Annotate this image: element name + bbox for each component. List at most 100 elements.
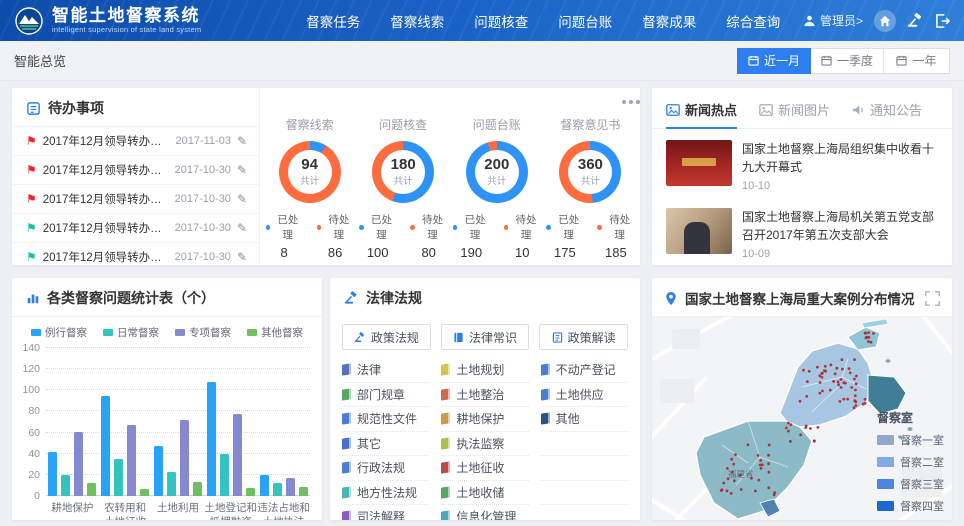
edit-icon[interactable]: ✎ <box>237 221 247 235</box>
app-brand: 智能土地督察系统 intelligent supervision of stat… <box>14 6 201 36</box>
todo-item[interactable]: ⚑ 2017年12月领导转办督察线索 2017-10-30 ✎ <box>12 155 259 184</box>
law-tools-button[interactable] <box>907 13 924 28</box>
law-link[interactable]: 土地供应 <box>541 383 628 408</box>
todo-item[interactable]: ⚑ 2017年12月领导转办督察线索 2017-10-30 ✎ <box>12 242 259 265</box>
user-icon <box>803 14 816 27</box>
case-map[interactable]: 福建省 督察室 督察一室督察二室督察三室督察四室督察五室 <box>652 317 952 520</box>
law-link[interactable]: 司法解释 <box>342 505 429 520</box>
laws-tab-2[interactable]: 政策解读 <box>539 324 628 350</box>
bar[interactable] <box>233 414 242 497</box>
todo-item[interactable]: ⚑ 2017年12月领导转办督察线索 2017-11-03 ✎ <box>12 126 259 155</box>
book-icon <box>441 462 450 474</box>
bar[interactable] <box>48 452 57 496</box>
donut-ring[interactable]: 200共计 <box>466 141 528 203</box>
donut-total: 360 <box>578 157 603 174</box>
law-link[interactable]: 规范性文件 <box>342 407 429 432</box>
bar[interactable] <box>260 475 269 496</box>
law-link[interactable]: 土地整治 <box>441 383 528 408</box>
news-item[interactable]: 国家土地督察上海局机关第五党支部召开2017年第五次支部大会 10-09 <box>652 197 952 265</box>
edit-icon[interactable]: ✎ <box>237 134 247 148</box>
law-link[interactable]: 土地收储 <box>441 481 528 506</box>
law-link[interactable]: 执法监察 <box>441 432 528 457</box>
bar-group <box>152 420 205 496</box>
edit-icon[interactable]: ✎ <box>237 192 247 206</box>
laws-buttons: 政策法规法律常识政策解读 <box>330 316 640 358</box>
law-link[interactable]: 行政法规 <box>342 456 429 481</box>
nav-item-3[interactable]: 问题台账 <box>558 11 612 31</box>
bar[interactable] <box>61 475 70 496</box>
bar[interactable] <box>87 483 96 496</box>
bar[interactable] <box>167 472 176 496</box>
donut-ring[interactable]: 180共计 <box>372 141 434 203</box>
law-link[interactable]: 法律 <box>342 358 429 383</box>
news-tab-1[interactable]: 新闻图片 <box>759 100 830 119</box>
todo-item[interactable]: ⚑ 2017年12月领导转办督察线索 2017-10-30 ✎ <box>12 213 259 242</box>
law-link[interactable]: 其他 <box>541 407 628 432</box>
law-link[interactable]: 部门规章 <box>342 383 429 408</box>
laws-tab-0[interactable]: 政策法规 <box>342 324 431 350</box>
laws-card: 法律法规 政策法规法律常识政策解读 法律土地规划不动产登记部门规章土地整治土地供… <box>330 278 640 520</box>
law-link-empty <box>541 432 628 457</box>
bar[interactable] <box>180 420 189 496</box>
law-link[interactable]: 地方性法规 <box>342 481 429 506</box>
bar[interactable] <box>127 425 136 496</box>
fullscreen-button[interactable] <box>925 291 940 306</box>
user-menu[interactable]: 管理员> <box>803 12 863 29</box>
law-link[interactable]: 土地规划 <box>441 358 528 383</box>
nav-item-0[interactable]: 督察任务 <box>306 11 360 31</box>
law-link[interactable]: 信息化管理 <box>441 505 528 520</box>
bar[interactable] <box>286 478 295 496</box>
news-item[interactable]: 国家土地督察上海局组织集中收看十九大开幕式 10-10 <box>652 129 952 197</box>
bar[interactable] <box>154 446 163 496</box>
panel-menu-icon[interactable] <box>622 100 626 104</box>
nav-item-1[interactable]: 督察线索 <box>390 11 444 31</box>
laws-tab-1[interactable]: 法律常识 <box>441 324 530 350</box>
nav-item-2[interactable]: 问题核查 <box>474 11 528 31</box>
news-tab-2[interactable]: 通知公告 <box>852 100 922 119</box>
bar[interactable] <box>101 396 110 496</box>
bar[interactable] <box>207 382 216 496</box>
law-link[interactable]: 耕地保护 <box>441 407 528 432</box>
filter-1[interactable]: 一季度 <box>811 48 884 74</box>
todo-item[interactable]: ⚑ 2017年12月领导转办督察线索 2017-10-30 ✎ <box>12 184 259 213</box>
bar-group <box>257 475 310 496</box>
bar[interactable] <box>74 432 83 497</box>
user-area: 管理员> <box>803 10 950 32</box>
edit-icon[interactable]: ✎ <box>237 163 247 177</box>
home-button[interactable] <box>874 10 896 32</box>
edit-icon[interactable]: ✎ <box>237 250 247 264</box>
news-thumbnail <box>666 208 732 254</box>
bar[interactable] <box>273 483 282 496</box>
map-title: 国家土地督察上海局重大案例分布情况 <box>685 288 915 308</box>
stats-panel: 督察线索 94共计 已处理 8 待处理 86 问题核查 180共计 已处理 10… <box>260 88 640 265</box>
donut-ring[interactable]: 94共计 <box>279 141 341 203</box>
bar[interactable] <box>193 482 202 496</box>
bar-chart-icon <box>26 291 40 305</box>
nav-item-4[interactable]: 督察成果 <box>642 11 696 31</box>
legend-item[interactable]: 例行督察 <box>31 325 87 340</box>
law-link[interactable]: 不动产登记 <box>541 358 628 383</box>
filter-0[interactable]: 近一月 <box>737 48 811 74</box>
flag-icon: ⚑ <box>26 251 37 263</box>
legend-item[interactable]: 专项督察 <box>175 325 231 340</box>
bar[interactable] <box>220 454 229 496</box>
legend-item[interactable]: 日常督察 <box>103 325 159 340</box>
donut-ring[interactable]: 360共计 <box>559 141 621 203</box>
law-link[interactable]: 其它 <box>342 432 429 457</box>
bar[interactable] <box>246 488 255 497</box>
nav-item-5[interactable]: 综合查询 <box>726 11 780 31</box>
filter-2[interactable]: 一年 <box>884 48 950 74</box>
logout-button[interactable] <box>935 14 950 28</box>
bar[interactable] <box>299 487 308 497</box>
law-link[interactable]: 土地征收 <box>441 456 528 481</box>
todo-text: 2017年12月领导转办督察线索 <box>43 162 169 178</box>
bar[interactable] <box>114 459 123 496</box>
bar-group <box>204 382 257 496</box>
legend-item[interactable]: 其他督察 <box>247 325 303 340</box>
bar[interactable] <box>140 489 149 496</box>
news-date: 10-10 <box>742 180 938 192</box>
app-header: 智能土地督察系统 intelligent supervision of stat… <box>0 0 964 41</box>
clipboard-icon <box>26 101 41 116</box>
user-label: 管理员> <box>820 12 863 29</box>
news-tab-0[interactable]: 新闻热点 <box>666 100 737 119</box>
